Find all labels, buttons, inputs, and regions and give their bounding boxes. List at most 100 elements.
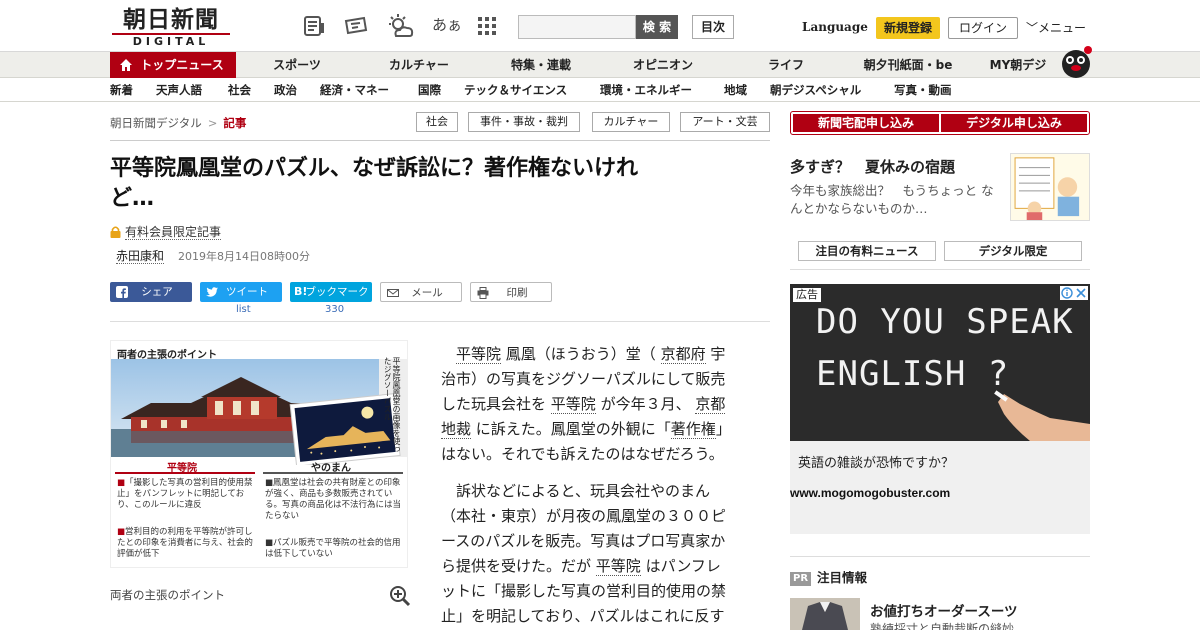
kana-icon[interactable]: あぁ: [432, 14, 462, 35]
zoom-icon[interactable]: [389, 585, 411, 607]
pr-item-title[interactable]: お値打ちオーダースーツ: [870, 600, 1018, 620]
nav-sports[interactable]: スポーツ: [256, 52, 338, 78]
article-figure[interactable]: 両者の主張のポイント 平等院鳳凰堂の画像を使ったジグソーパズル 平等院 やのまん…: [110, 340, 408, 568]
divider: [115, 472, 255, 474]
menu-button[interactable]: ﹀メニュー: [1026, 19, 1086, 36]
subscribe-paper-button[interactable]: 新聞宅配申し込み: [793, 114, 939, 132]
site-header: 朝日新聞 DIGITAL あぁ 検 索 目次 Language 新規登録 ログイ…: [0, 0, 1200, 52]
hand-illustration: [994, 390, 1090, 441]
grid-icon[interactable]: [477, 16, 497, 36]
search-button[interactable]: 検 索: [636, 15, 678, 39]
twitter-share-button[interactable]: ツイート: [200, 282, 282, 302]
divider: [790, 269, 1090, 270]
home-icon: [120, 59, 132, 71]
subnav-economy[interactable]: 経済・マネー: [320, 78, 389, 102]
tag-culture[interactable]: カルチャー: [592, 112, 670, 132]
keyword-link[interactable]: 京都: [695, 395, 726, 414]
divider: [110, 140, 770, 141]
keyword-link[interactable]: 平等院: [595, 557, 641, 576]
main-nav: トップニュース スポーツ カルチャー 特集・連載 オピニオン ライフ 朝夕刊紙面…: [0, 52, 1200, 78]
paragraph: 訴状などによると、玩具会社やのまん （本社・東京）が月夜の鳳凰堂の３００ピ ース…: [441, 482, 727, 625]
subnav-new[interactable]: 新着: [110, 78, 133, 102]
figure-note: ■パズル販売で平等院の社会的信用は低下していない: [265, 538, 401, 559]
paragraph: 平等院 鳳凰（ほうおう）堂（ 京都府 宇 治市）の写真をジグソーパズルにして販売…: [441, 345, 731, 463]
print-button[interactable]: 印刷: [470, 282, 552, 302]
pr-item-subtitle: 熟練採寸と自動裁断の縫妙: [870, 622, 1015, 630]
promo-title[interactable]: 多すぎ？ 夏休みの宿題: [790, 156, 955, 177]
login-button[interactable]: ログイン: [948, 17, 1018, 39]
mascot-icon[interactable]: [1058, 42, 1094, 78]
keyword-link[interactable]: 京都府: [660, 345, 706, 364]
lock-icon: [110, 226, 121, 238]
subscribe-digital-button[interactable]: デジタル申し込み: [941, 114, 1087, 132]
newspaper-icon[interactable]: [302, 14, 326, 38]
figure-note: ■鳳凰堂は社会の共有財産との印象が強く、商品も多数販売されている。写真の商品化は…: [265, 478, 402, 521]
nav-culture[interactable]: カルチャー: [374, 52, 464, 78]
subnav-international[interactable]: 国際: [418, 78, 441, 102]
byline: 赤田康和 2019年8月14日08時00分: [116, 247, 310, 264]
subnav-tenseijingo[interactable]: 天声人語: [156, 78, 202, 102]
pr-badge: PR: [790, 572, 812, 586]
subnav-region[interactable]: 地域: [724, 78, 747, 102]
nav-life[interactable]: ライフ: [746, 52, 826, 78]
article-body: 平等院 鳳凰（ほうおう）堂（ 京都府 宇 治市）の写真をジグソーパズルにして販売…: [441, 342, 751, 630]
ad-title[interactable]: 英語の雑談が恐怖ですか？: [798, 452, 954, 471]
logo-en: DIGITAL: [112, 33, 230, 48]
signup-button[interactable]: 新規登録: [876, 17, 940, 39]
promo-illustration[interactable]: [1010, 153, 1090, 221]
search-input[interactable]: [518, 15, 636, 39]
twitter-count[interactable]: list: [236, 304, 251, 315]
keyword-link[interactable]: 著作権: [670, 420, 716, 439]
ad-badge: 広告: [793, 288, 821, 302]
sub-nav: 新着 天声人語 社会 政治 経済・マネー 国際 テック＆サイエンス 環境・エネル…: [0, 78, 1200, 102]
nav-opinion[interactable]: オピニオン: [618, 52, 708, 78]
figure-note: ■営利目的の利用を平等院が許可したとの印象を消費者に与え、社会的評価が低下: [117, 527, 253, 559]
ad-url[interactable]: www.mogomogobuster.com: [790, 486, 950, 500]
language-link[interactable]: Language: [802, 20, 868, 34]
site-logo[interactable]: 朝日新聞 DIGITAL: [112, 8, 230, 48]
breadcrumb-current: 記事: [223, 116, 247, 130]
hatena-bookmark-button[interactable]: B! ブックマーク: [290, 282, 372, 302]
breadcrumb-home[interactable]: 朝日新聞デジタル: [110, 116, 202, 130]
nav-top-news[interactable]: トップニュース: [110, 52, 236, 78]
tag-incidents[interactable]: 事件・事故・裁判: [468, 112, 580, 132]
nav-paper[interactable]: 朝夕刊紙面・be: [852, 52, 964, 78]
keyword-link[interactable]: 平等院: [550, 395, 596, 414]
hatena-count[interactable]: 330: [325, 304, 344, 315]
subnav-politics[interactable]: 政治: [274, 78, 297, 102]
ad-close-icon[interactable]: [1060, 286, 1088, 300]
mail-button[interactable]: メール: [380, 282, 462, 302]
divider: [110, 321, 770, 322]
facebook-share-button[interactable]: シェア: [110, 282, 192, 302]
subnav-environment[interactable]: 環境・エネルギー: [600, 78, 692, 102]
weather-icon[interactable]: [386, 14, 414, 38]
subnav-tech[interactable]: テック＆サイエンス: [464, 78, 567, 102]
figure-side-text: 平等院鳳凰堂の画像を使ったジグソーパズル: [385, 357, 401, 453]
tag-society[interactable]: 社会: [416, 112, 458, 132]
logo-jp: 朝日新聞: [123, 6, 219, 33]
breadcrumb: 朝日新聞デジタル > 記事: [110, 115, 246, 131]
subnav-special[interactable]: 朝デジスペシャル: [770, 78, 861, 102]
nav-features[interactable]: 特集・連載: [496, 52, 586, 78]
tab-paid-news[interactable]: 注目の有料ニュース: [798, 241, 936, 261]
keyword-link[interactable]: 平等院: [456, 345, 502, 364]
keyword-link[interactable]: 地裁: [441, 420, 472, 439]
members-only-label[interactable]: 有料会員限定記事: [110, 223, 222, 240]
author-link[interactable]: 赤田康和: [116, 249, 165, 264]
breadcrumb-sep: >: [207, 116, 218, 130]
toc-button[interactable]: 目次: [692, 15, 734, 39]
tab-digital-only[interactable]: デジタル限定: [944, 241, 1082, 261]
nav-my-asahi[interactable]: MY朝デジ: [980, 52, 1056, 78]
ad-image: DO YOU SPEAK ENGLISH ? 広告: [790, 284, 1090, 441]
suit-thumbnail[interactable]: [790, 598, 860, 630]
ad-chalk-text: ENGLISH ?: [816, 354, 1010, 394]
advertisement[interactable]: DO YOU SPEAK ENGLISH ? 広告 英語の雑談が恐怖ですか？ w…: [790, 284, 1090, 534]
subnav-photo[interactable]: 写真・動画: [894, 78, 952, 102]
tag-art[interactable]: アート・文芸: [680, 112, 770, 132]
subnav-society[interactable]: 社会: [228, 78, 251, 102]
menu-label: メニュー: [1038, 21, 1087, 35]
sign-icon[interactable]: [344, 14, 368, 38]
divider: [263, 472, 403, 474]
promo-text[interactable]: 今年も家族総出？ もうちょっと なんとかならないものか…: [790, 182, 1000, 218]
figure-note: ■「撮影した写真の営利目的使用禁止」をパンフレットに明記しており、このルールに違…: [117, 478, 253, 510]
